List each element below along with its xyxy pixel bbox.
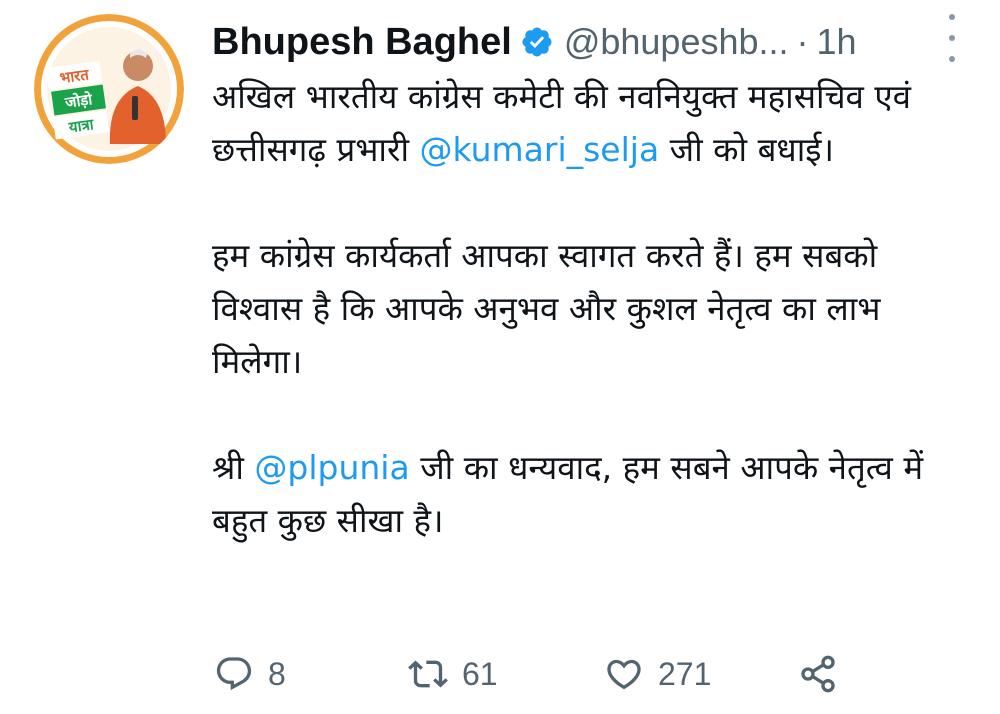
like-icon	[607, 659, 641, 690]
tweet-paragraph-1-end: जी को बधाई।	[659, 130, 834, 169]
reply-icon	[216, 657, 252, 691]
avatar-text-line3: यात्रा	[67, 115, 96, 137]
tweet-actions: 8 61 271	[214, 648, 838, 700]
tweet-header: Bhupesh Baghel @bhupeshb... · 1h	[212, 16, 960, 68]
avatar-image: भारत जोड़ो यात्रा	[34, 14, 184, 164]
reply-count: 8	[268, 655, 286, 692]
like-count: 271	[658, 655, 712, 692]
reply-button[interactable]: 8	[214, 654, 408, 694]
tweet-paragraph-3-start: श्री	[212, 448, 255, 487]
author-name[interactable]: Bhupesh Baghel	[212, 21, 512, 64]
retweet-count: 61	[462, 655, 498, 692]
tweet-paragraph-1: अखिल भारतीय कांग्रेस कमेटी की नवनियुक्त …	[212, 70, 972, 176]
more-icon[interactable]	[942, 14, 962, 62]
verified-icon	[522, 27, 552, 57]
retweet-icon	[408, 660, 448, 688]
retweet-button[interactable]: 61	[408, 654, 604, 694]
share-button[interactable]	[798, 654, 838, 694]
author-handle[interactable]: @bhupeshb...	[564, 21, 789, 63]
mention-kumari-selja[interactable]: @kumari_selja	[420, 130, 660, 169]
tweet-text: अखिल भारतीय कांग्रेस कमेटी की नवनियुक्त …	[212, 70, 972, 547]
share-icon	[801, 655, 835, 693]
tweet-paragraph-2: हम कांग्रेस कार्यकर्ता आपका स्वागत करते …	[212, 236, 881, 381]
tweet-time[interactable]: 1h	[817, 21, 857, 63]
avatar[interactable]: भारत जोड़ो यात्रा	[34, 14, 184, 164]
like-button[interactable]: 271	[604, 654, 798, 694]
separator-dot: ·	[796, 21, 809, 62]
tweet-paragraph-3: श्री @plpunia जी का धन्यवाद, हम सबने आपक…	[212, 441, 972, 547]
mention-plpunia[interactable]: @plpunia	[254, 448, 409, 487]
